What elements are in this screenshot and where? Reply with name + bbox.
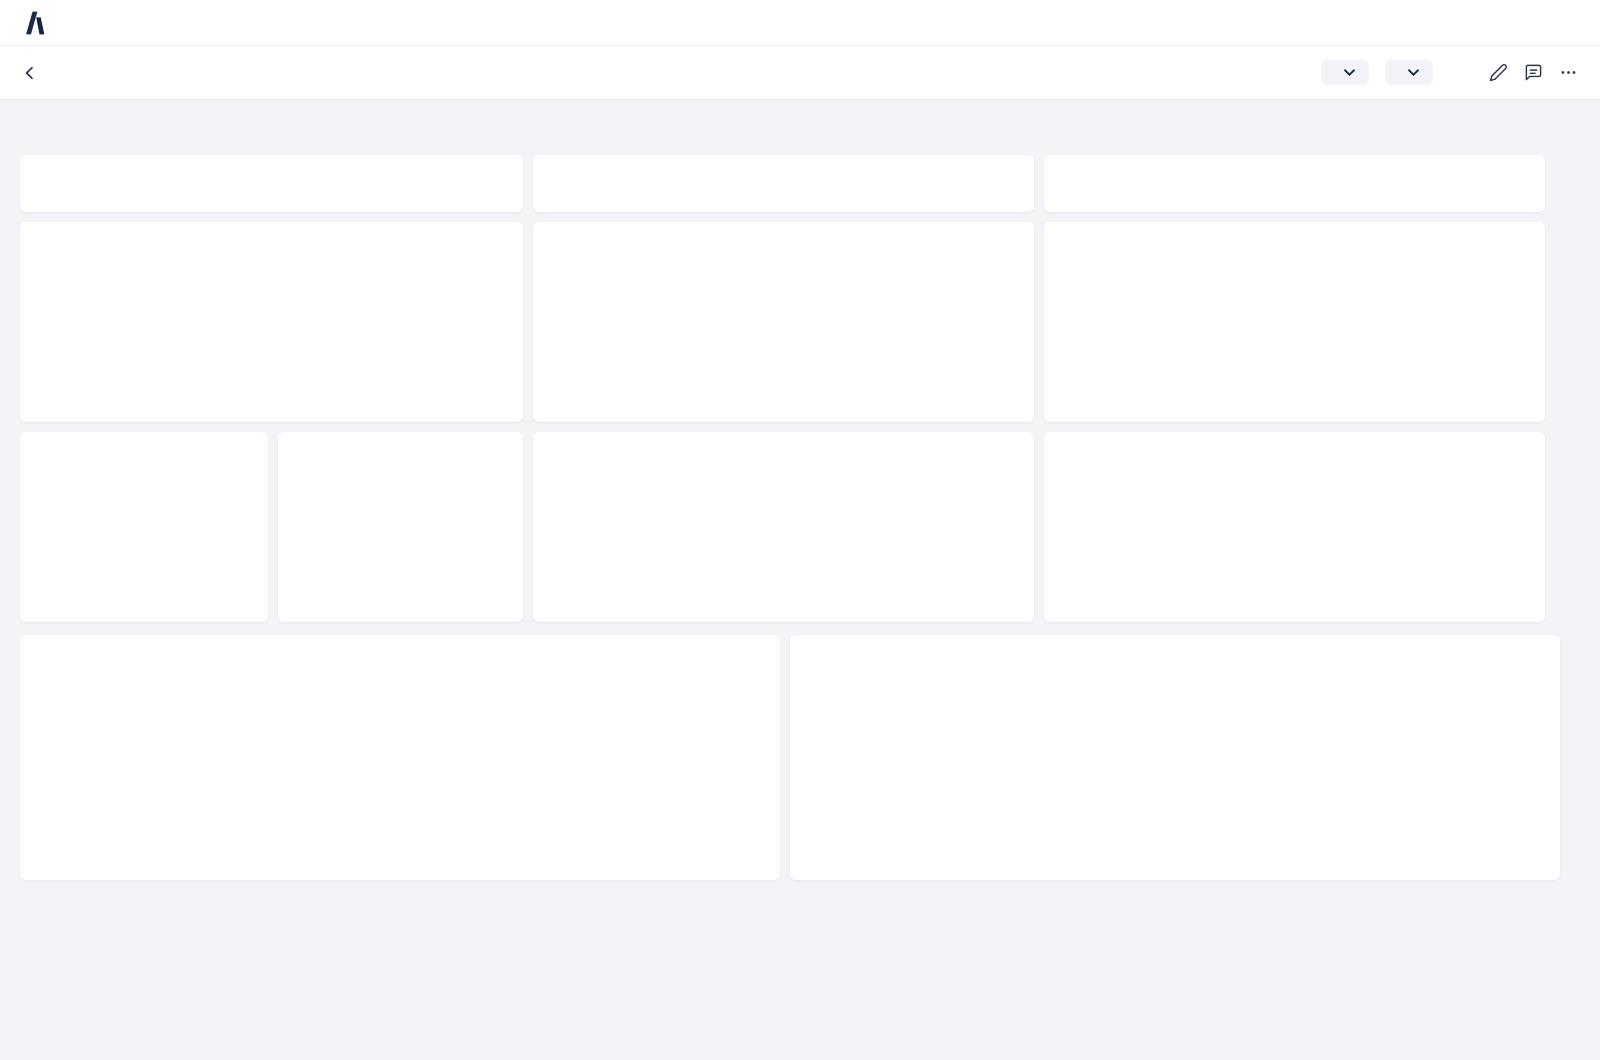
- process-volumes-link[interactable]: [20, 432, 51, 442]
- card-constrained-raw-material: [1044, 432, 1545, 622]
- card-under-over-utilised: [533, 432, 1034, 622]
- unallocated-production-link[interactable]: [278, 432, 309, 442]
- demand-summary-link[interactable]: [20, 222, 51, 232]
- card-unallocated-production: [278, 432, 523, 622]
- constrained-supply-line-chart: [1048, 456, 1541, 606]
- anaplan-logo: [22, 10, 48, 36]
- period-selector[interactable]: [1321, 60, 1369, 85]
- card-process-volumes: [20, 432, 268, 622]
- more-options-icon[interactable]: [1559, 63, 1578, 82]
- financial-overview-waterfall-chart: [26, 659, 774, 875]
- comment-icon[interactable]: [1524, 63, 1543, 82]
- back-button[interactable]: [22, 65, 38, 81]
- chevron-left-icon: [22, 65, 38, 81]
- constrained-raw-material-link[interactable]: [1044, 432, 1075, 442]
- under-over-utilised-chart: [537, 456, 1030, 606]
- chevron-down-icon: [1408, 69, 1419, 76]
- comparison-waterfall-chart: [796, 659, 1554, 875]
- logo-bar: [0, 0, 1600, 46]
- filter-card-title: [1044, 155, 1545, 173]
- card-resource-capacity: [533, 222, 1034, 422]
- demand-summary-donut-chart: [26, 248, 517, 418]
- card-resources: [533, 155, 1034, 212]
- filter-card-title: [533, 155, 1034, 173]
- reset-button[interactable]: [1455, 72, 1467, 74]
- edit-pencil-icon[interactable]: [1489, 63, 1508, 82]
- unallocated-production-bar-chart: [286, 458, 515, 558]
- comparison-scenario-link[interactable]: [790, 635, 821, 645]
- financial-overview-link[interactable]: [20, 635, 51, 645]
- card-raw-materials: [1044, 155, 1545, 212]
- under-over-utilised-link[interactable]: [533, 432, 564, 442]
- resource-capacity-donut-chart: [539, 248, 1028, 418]
- process-volumes-bar-chart: [28, 458, 260, 558]
- resource-capacity-link[interactable]: [533, 222, 564, 232]
- card-demand-summary: [20, 222, 523, 422]
- raw-material-availability-link[interactable]: [1044, 222, 1075, 232]
- raw-material-donut-chart: [1050, 248, 1539, 418]
- scenario-selector[interactable]: [1385, 60, 1433, 85]
- app-root: [0, 0, 1600, 1060]
- chevron-down-icon: [1344, 69, 1355, 76]
- card-demand-and-production: [20, 155, 523, 212]
- card-comparison-scenario: [790, 635, 1560, 880]
- filter-card-title: [20, 155, 523, 173]
- card-financial-overview: [20, 635, 780, 880]
- title-bar: [0, 46, 1600, 100]
- card-raw-material-availability: [1044, 222, 1545, 422]
- dashboard-content: [0, 100, 1600, 1060]
